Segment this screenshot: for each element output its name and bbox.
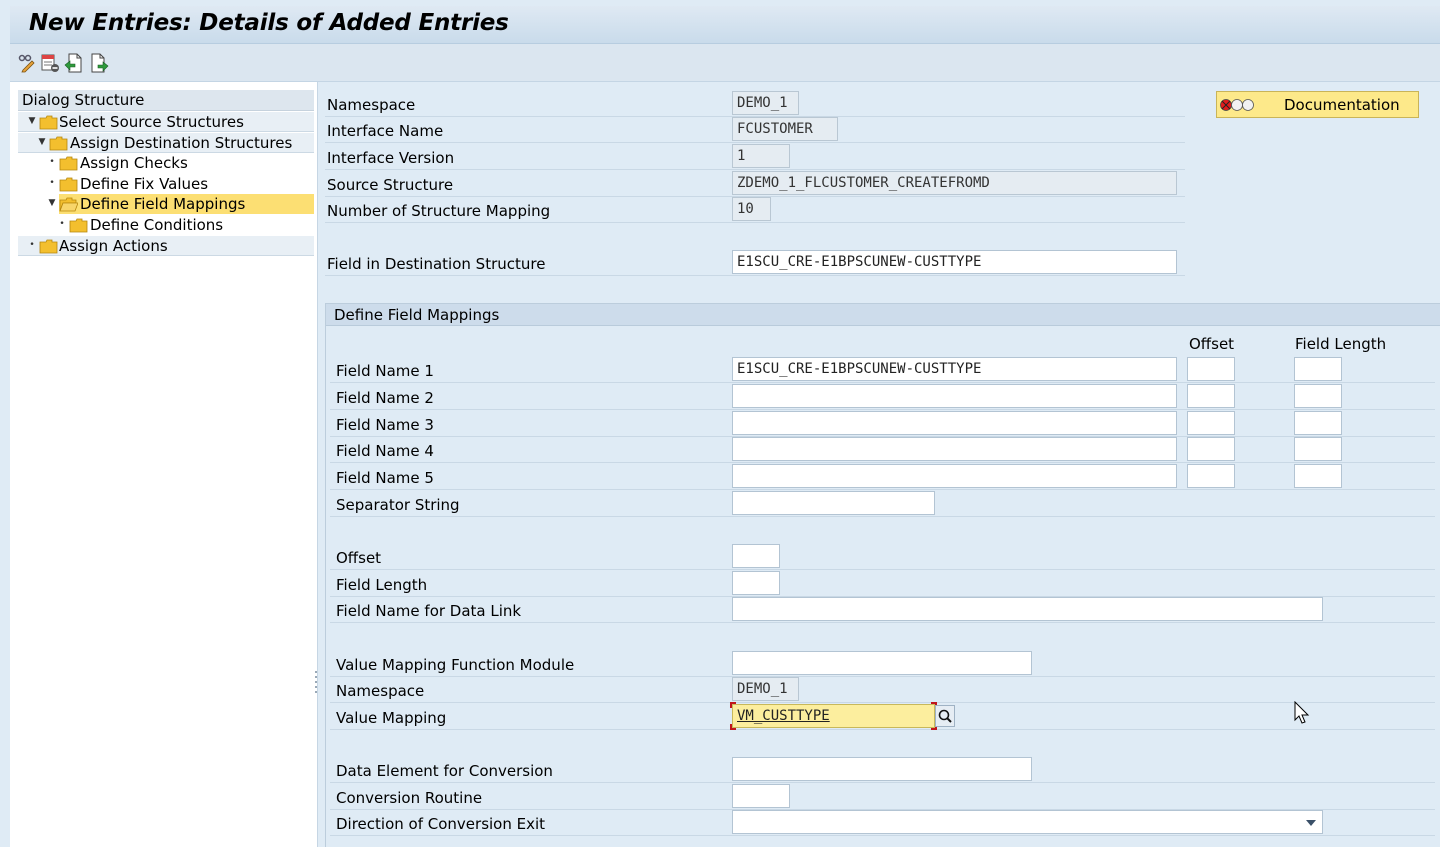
expand-arrow-icon[interactable]: ▼ bbox=[47, 198, 57, 208]
tree-item-define-field-mappings[interactable]: ▼ Define Field Mappings bbox=[18, 194, 314, 214]
next-entry-icon[interactable] bbox=[89, 53, 109, 73]
group-header: Define Field Mappings bbox=[326, 304, 1440, 326]
field-name-1-input[interactable]: E1SCU_CRE-E1BPSCUNEW-CUSTTYPE bbox=[732, 357, 1177, 381]
separator-string-input[interactable] bbox=[732, 491, 935, 515]
conversion-routine-input[interactable] bbox=[732, 784, 790, 808]
interface-name-field: FCUSTOMER bbox=[732, 117, 838, 141]
panel-splitter-handle[interactable] bbox=[314, 668, 318, 708]
offset-column-header: Offset bbox=[1189, 335, 1235, 353]
number-of-mapping-field: 10 bbox=[732, 197, 771, 221]
leaf-dot-icon: • bbox=[49, 178, 55, 188]
open-folder-icon bbox=[59, 197, 78, 212]
mouse-pointer-icon bbox=[1294, 701, 1310, 724]
focus-corner bbox=[730, 702, 736, 708]
field-name-5-length-input[interactable] bbox=[1294, 464, 1342, 488]
field-name-5-input[interactable] bbox=[732, 464, 1177, 488]
page-title: New Entries: Details of Added Entries bbox=[29, 10, 509, 36]
focus-corner bbox=[730, 724, 736, 730]
display-change-icon[interactable] bbox=[17, 53, 37, 73]
source-structure-field: ZDEMO_1_FLCUSTOMER_CREATEFROMD bbox=[732, 171, 1177, 195]
interface-version-field: 1 bbox=[732, 144, 790, 168]
field-name-2-input[interactable] bbox=[732, 384, 1177, 408]
field-length-input[interactable] bbox=[732, 571, 780, 595]
tree-item-assign-destination-structures[interactable]: ▼ Assign Destination Structures bbox=[18, 133, 314, 153]
field-name-4-offset-input[interactable] bbox=[1187, 437, 1235, 461]
application-toolbar bbox=[10, 44, 1440, 82]
value-help-button[interactable] bbox=[935, 705, 955, 727]
tree-item-assign-actions[interactable]: • Assign Actions bbox=[18, 236, 314, 256]
direction-exit-dropdown[interactable] bbox=[732, 810, 1323, 834]
field-name-1-offset-input[interactable] bbox=[1187, 357, 1235, 381]
define-field-mappings-group: Define Field Mappings Offset Field Lengt… bbox=[325, 303, 1440, 847]
namespace-field: DEMO_1 bbox=[732, 91, 799, 115]
traffic-light-icon bbox=[1220, 99, 1254, 111]
tree-item-define-conditions[interactable]: • Define Conditions bbox=[18, 215, 314, 235]
tree-item-define-fix-values[interactable]: • Define Fix Values bbox=[18, 174, 314, 194]
dialog-structure-panel: Dialog Structure ▼ Select Source Structu… bbox=[10, 82, 318, 847]
tree-item-assign-checks[interactable]: • Assign Checks bbox=[18, 153, 314, 173]
folder-icon bbox=[59, 177, 78, 192]
tree-header: Dialog Structure bbox=[18, 90, 314, 111]
field-name-4-length-input[interactable] bbox=[1294, 437, 1342, 461]
field-in-destination-input[interactable]: E1SCU_CRE-E1BPSCUNEW-CUSTTYPE bbox=[732, 250, 1177, 274]
offset-row: Offset bbox=[330, 544, 1435, 570]
vm-namespace-field: DEMO_1 bbox=[732, 677, 799, 701]
title-bar: New Entries: Details of Added Entries bbox=[10, 6, 1440, 44]
field-name-2-offset-input[interactable] bbox=[1187, 384, 1235, 408]
expand-arrow-icon[interactable]: ▼ bbox=[27, 116, 37, 126]
value-mapping-input[interactable]: VM_CUSTTYPE bbox=[732, 704, 935, 728]
documentation-button[interactable]: Documentation bbox=[1216, 91, 1419, 118]
undo-change-icon[interactable] bbox=[64, 53, 84, 73]
field-name-3-input[interactable] bbox=[732, 411, 1177, 435]
chevron-down-icon[interactable] bbox=[1306, 820, 1316, 826]
search-icon bbox=[938, 709, 952, 723]
folder-icon bbox=[39, 239, 58, 254]
field-name-3-length-input[interactable] bbox=[1294, 411, 1342, 435]
field-name-3-offset-input[interactable] bbox=[1187, 411, 1235, 435]
data-element-input[interactable] bbox=[732, 757, 1032, 781]
folder-icon bbox=[49, 136, 68, 151]
vm-function-module-input[interactable] bbox=[732, 651, 1032, 675]
folder-icon bbox=[39, 115, 58, 130]
field-length-row: Field Length bbox=[330, 571, 1435, 597]
field-name-4-input[interactable] bbox=[732, 437, 1177, 461]
tree-item-select-source-structures[interactable]: ▼ Select Source Structures bbox=[18, 112, 314, 132]
folder-icon bbox=[59, 156, 78, 171]
offset-input[interactable] bbox=[732, 544, 780, 568]
field-name-2-length-input[interactable] bbox=[1294, 384, 1342, 408]
folder-icon bbox=[69, 218, 88, 233]
delete-row-icon[interactable] bbox=[40, 53, 60, 73]
expand-arrow-icon[interactable]: ▼ bbox=[37, 137, 47, 147]
details-panel: Namespace DEMO_1 Interface Name FCUSTOME… bbox=[319, 82, 1440, 847]
vm-namespace-row: Namespace bbox=[330, 677, 1435, 703]
data-link-input[interactable] bbox=[732, 597, 1323, 621]
leaf-dot-icon: • bbox=[49, 157, 55, 167]
field-name-1-length-input[interactable] bbox=[1294, 357, 1342, 381]
field-name-5-offset-input[interactable] bbox=[1187, 464, 1235, 488]
conversion-routine-row: Conversion Routine bbox=[330, 784, 1435, 810]
leaf-dot-icon: • bbox=[29, 240, 35, 250]
field-length-column-header: Field Length bbox=[1295, 335, 1387, 353]
leaf-dot-icon: • bbox=[59, 219, 65, 229]
